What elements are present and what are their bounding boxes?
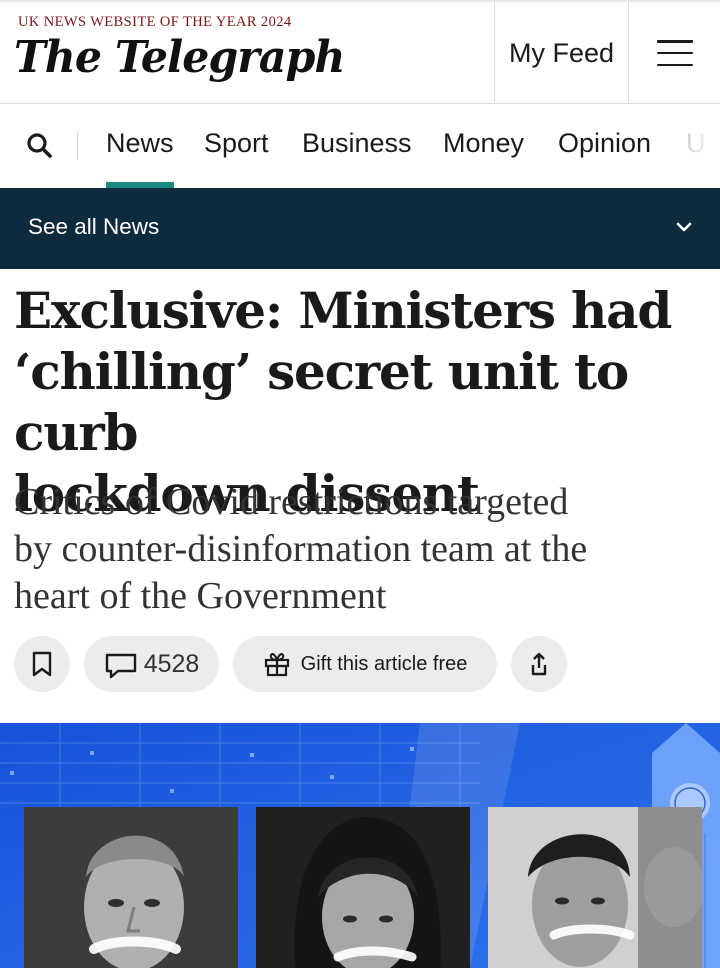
nav-separator xyxy=(77,132,78,160)
portrait-woman-center xyxy=(256,807,470,968)
headline-line: Exclusive: Ministers had xyxy=(14,281,672,340)
hamburger-icon xyxy=(657,40,693,66)
bookmark-button[interactable] xyxy=(14,636,70,692)
search-button[interactable] xyxy=(24,130,56,162)
nav-item-news[interactable]: News xyxy=(106,128,174,188)
portrait-man-right xyxy=(488,807,702,968)
standfirst-line: Critics of Covid restrictions targeted xyxy=(14,481,569,523)
portrait-man-left xyxy=(24,807,238,968)
comment-count: 4528 xyxy=(143,649,200,678)
masthead: UK NEWS WEBSITE OF THE YEAR 2024 The Tel… xyxy=(0,0,720,104)
chevron-down-icon xyxy=(676,222,692,232)
comments-button[interactable]: 4528 xyxy=(84,636,219,692)
nav-item-business[interactable]: Business xyxy=(302,128,412,159)
nav-item-sport[interactable]: Sport xyxy=(204,128,269,159)
search-icon xyxy=(27,133,52,158)
section-nav: News Sport Business Money Opinion U xyxy=(0,104,720,188)
comment-icon xyxy=(105,653,136,679)
gift-article-button[interactable]: Gift this article free xyxy=(233,636,497,692)
bookmark-icon xyxy=(32,651,52,677)
gift-article-label: Gift this article free xyxy=(300,652,468,675)
nav-item-money[interactable]: Money xyxy=(443,128,524,159)
telegraph-logo[interactable]: The Telegraph xyxy=(14,32,345,83)
share-button[interactable] xyxy=(511,636,567,692)
my-feed-button[interactable]: My Feed xyxy=(494,2,629,104)
standfirst-line: heart of the Government xyxy=(14,575,387,617)
article-hero-image[interactable] xyxy=(0,723,720,968)
nav-scroll-fade xyxy=(674,104,720,188)
article-standfirst: Critics of Covid restrictions targeted b… xyxy=(14,479,709,620)
standfirst-line: by counter-disinformation team at the xyxy=(14,528,588,570)
see-all-news-label: See all News xyxy=(28,214,160,239)
menu-button[interactable] xyxy=(630,2,720,104)
gift-icon xyxy=(264,653,289,677)
nav-item-opinion[interactable]: Opinion xyxy=(558,128,651,159)
my-feed-label: My Feed xyxy=(508,37,615,68)
headline-line: ‘chilling’ secret unit to curb xyxy=(14,342,629,462)
award-banner: UK NEWS WEBSITE OF THE YEAR 2024 xyxy=(18,14,292,30)
see-all-news-bar[interactable]: See all News xyxy=(0,188,720,269)
share-icon xyxy=(531,652,547,676)
